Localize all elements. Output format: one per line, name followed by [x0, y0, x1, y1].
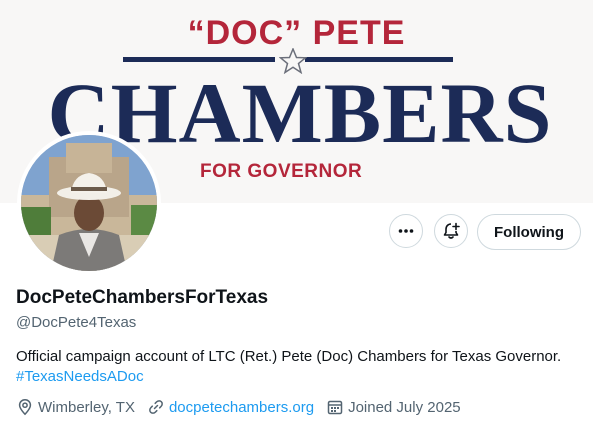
location-pin-icon [18, 399, 32, 416]
more-button[interactable] [389, 214, 423, 248]
bell-plus-icon [443, 222, 460, 239]
location-item: Wimberley, TX [16, 398, 135, 416]
bio-text: Official campaign account of LTC (Ret.) … [16, 348, 562, 365]
avatar[interactable] [17, 131, 161, 275]
following-button[interactable]: Following [477, 214, 581, 250]
more-icon [398, 229, 414, 233]
banner-rule-left [123, 57, 275, 62]
calendar-icon [327, 400, 343, 415]
profile-meta: Wimberley, TX docpetechambers.org Joined… [16, 398, 473, 416]
banner-sub-text: FOR GOVERNOR [200, 161, 363, 182]
link-icon [149, 400, 163, 414]
location-text: Wimberley, TX [38, 398, 135, 416]
profile-bio: Official campaign account of LTC (Ret.) … [16, 347, 586, 387]
avatar-photo [21, 135, 157, 271]
website-link[interactable]: docpetechambers.org [169, 399, 314, 416]
display-name: DocPeteChambersForTexas [16, 287, 269, 308]
bio-hashtag-link[interactable]: #TexasNeedsADoc [16, 367, 586, 387]
user-handle: @DocPete4Texas [16, 314, 137, 331]
banner-rule-right [305, 57, 453, 62]
joined-item: Joined July 2025 [326, 398, 461, 416]
joined-text: Joined July 2025 [348, 398, 461, 416]
website-item[interactable]: docpetechambers.org [147, 398, 314, 416]
notifications-button[interactable] [434, 214, 468, 248]
